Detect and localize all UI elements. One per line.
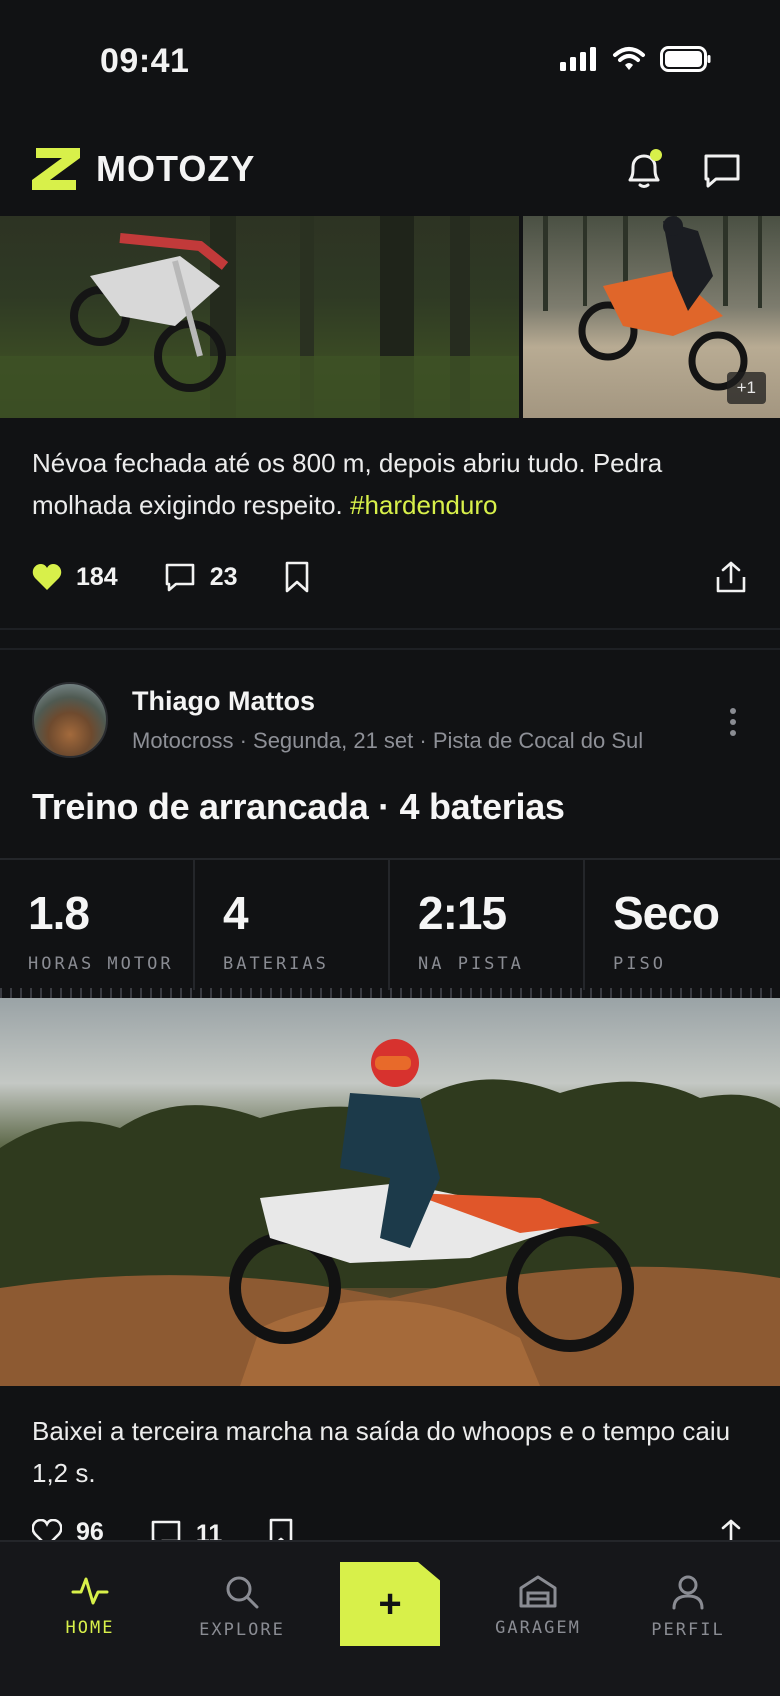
status-time: 09:41 [100,42,190,80]
wifi-icon [613,47,645,70]
nav-label: EXPLORE [199,1620,285,1640]
comment-button[interactable]: 23 [164,561,238,593]
nav-garage[interactable]: GARAGEM [468,1574,608,1638]
stat-value: 4 [223,887,249,939]
hashtag-link[interactable]: #hardenduro [350,490,497,520]
notifications-button[interactable] [620,146,668,194]
app-header: MOTOZY [0,118,780,216]
user-icon [672,1575,704,1610]
bookmark-icon [285,561,308,593]
stat-label: NA PISTA [418,954,524,974]
nav-label: PERFIL [651,1620,725,1640]
bottom-navigation: HOME EXPLORE + GARAGEM PERFIL [0,1540,780,1696]
cellular-signal-icon [560,47,596,71]
nav-profile[interactable]: PERFIL [618,1574,758,1640]
messages-button[interactable] [698,146,746,194]
stat-value: Seco [613,887,720,939]
post-photo[interactable] [0,216,519,418]
more-vertical-icon [730,708,736,714]
stat-label: HORAS MOTOR [28,954,174,974]
post-meta: Motocross · Segunda, 21 set · Pista de C… [132,728,644,753]
stat-track-time: 2:15 NA PISTA [390,860,585,990]
like-button[interactable]: 184 [32,563,118,592]
create-post-button[interactable]: + [340,1562,440,1646]
ruler-divider [0,988,780,998]
motocross-rider-photo [0,1039,780,1386]
stat-value: 1.8 [28,887,90,939]
notification-dot [650,149,662,161]
comment-icon [165,563,195,592]
heart-filled-icon [32,564,62,590]
avatar[interactable] [32,682,108,758]
post-caption: Baixei a terceira marcha na saída do who… [32,1416,731,1488]
bookmark-button[interactable] [284,561,310,593]
comment-count: 23 [209,562,238,591]
stat-heats: 4 BATERIAS [195,860,390,990]
share-button[interactable] [714,560,748,594]
post-author: Thiago Mattos Motocross · Segunda, 21 se… [32,680,748,762]
forest-enduro-photo [0,216,519,418]
stat-label: BATERIAS [223,954,329,974]
author-name[interactable]: Thiago Mattos [132,686,315,717]
message-icon [704,154,740,188]
activity-icon [71,1577,109,1605]
brand-name: MOTOZY [96,148,256,189]
app-logo[interactable]: MOTOZY [32,148,255,190]
post-actions: 184 23 [32,555,748,599]
session-stats: 1.8 HORAS MOTOR 4 BATERIAS 2:15 NA PISTA… [0,858,780,990]
nav-label: HOME [65,1618,115,1638]
bell-icon [628,149,662,188]
status-bar: 09:41 [0,0,780,118]
post-photo-gallery[interactable]: +1 [0,216,780,418]
post-title: Treino de arrancada · 4 baterias [32,786,565,827]
plus-icon: + [378,1582,402,1626]
stat-surface: Seco PISO [585,860,780,990]
search-icon [226,1576,259,1609]
stat-label: PISO [613,954,666,974]
garage-icon [519,1575,557,1608]
more-photos-badge: +1 [726,372,766,404]
nav-label: GARAGEM [495,1618,581,1638]
share-icon [716,561,746,593]
post-photo[interactable]: +1 [523,216,780,418]
nav-explore[interactable]: EXPLORE [172,1574,312,1640]
post-photo[interactable] [0,998,780,1386]
like-count: 184 [76,562,118,591]
nav-home[interactable]: HOME [20,1574,160,1638]
status-icons [560,46,712,72]
battery-icon [660,46,711,72]
motozy-logo-icon [32,148,80,190]
stat-engine-hours: 1.8 HORAS MOTOR [0,860,195,990]
feed-divider [0,628,780,630]
post-caption: Névoa fechada até os 800 m, depois abriu… [32,442,748,526]
caption-text: Névoa fechada até os 800 m, depois abriu… [32,448,663,520]
more-options-button[interactable] [718,702,748,742]
feed-divider [0,648,780,650]
stat-value: 2:15 [418,887,507,939]
